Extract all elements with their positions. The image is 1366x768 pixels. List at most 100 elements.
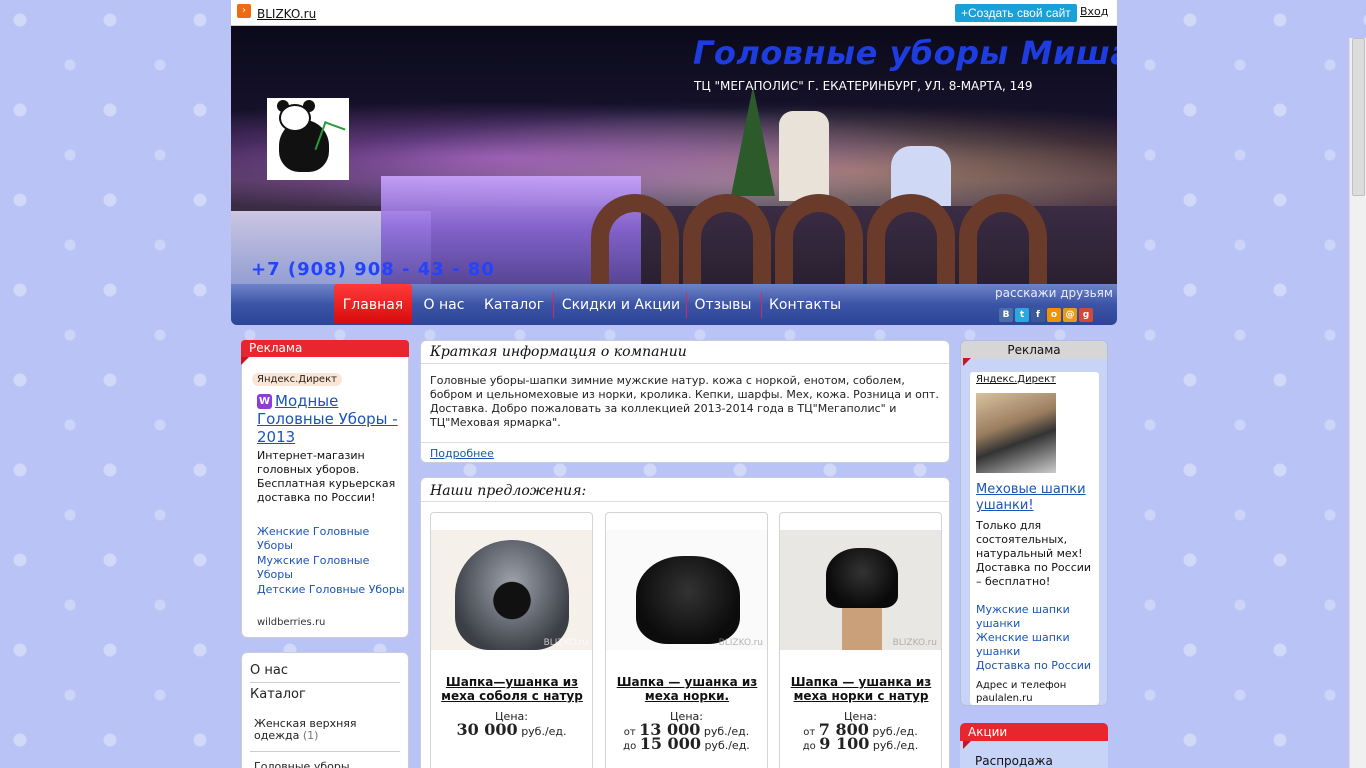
promotions-item-sale[interactable]: Распродажа — [975, 754, 1053, 768]
product-name[interactable]: Шапка — ушанка из меха норки. — [612, 675, 762, 703]
left-ad-title[interactable]: Модные Головные Уборы - 2013 — [257, 392, 407, 446]
promotions-header: Акции — [960, 723, 1108, 741]
share-label: расскажи друзьям — [995, 286, 1113, 300]
left-ad-link-women[interactable]: Женские Головные Уборы — [257, 525, 407, 553]
left-ad-link-men[interactable]: Мужские Головные Уборы — [257, 554, 407, 582]
company-info-text: Головные уборы-шапки зимние мужские нату… — [430, 374, 939, 429]
offers-block: Наши предложения: BLIZKO.ru Шапка—ушанка… — [420, 477, 950, 768]
site-title: Головные уборы Мишан — [693, 34, 1117, 72]
divider — [421, 501, 949, 502]
nav-separator — [761, 292, 762, 318]
product-photo[interactable]: BLIZKO.ru — [431, 530, 592, 650]
category-count: (1) — [302, 729, 319, 742]
left-ad-link-kids[interactable]: Детские Головные Уборы — [257, 583, 407, 597]
facebook-icon[interactable]: f — [1031, 308, 1045, 322]
offers-title: Наши предложения: — [430, 483, 587, 499]
panda-logo[interactable] — [267, 98, 349, 180]
product-name[interactable]: Шапка — ушанка из меха норки с натур — [786, 675, 936, 703]
left-ad-header: Реклама — [241, 340, 409, 357]
header-banner: Головные уборы Мишан ТЦ "МЕГАПОЛИС" Г. Е… — [231, 26, 1117, 284]
price-unit: руб./ед. — [521, 725, 567, 738]
right-ad-link-delivery[interactable]: Доставка по России — [976, 659, 1098, 673]
right-ad-link-men[interactable]: Мужские шапки ушанки — [976, 603, 1098, 631]
login-link[interactable]: Вход — [1080, 5, 1108, 18]
right-ad-inner: Яндекс.Директ Меховые шапки ушанки! Толь… — [970, 372, 1099, 705]
leather-mink-hat-image — [826, 548, 898, 608]
product-card[interactable]: BLIZKO.ru Шапка — ушанка из меха норки с… — [779, 512, 942, 768]
nav-separator — [686, 292, 687, 318]
company-info-block: Краткая информация о компании Головные у… — [420, 340, 950, 463]
nav-about[interactable]: О нас — [417, 284, 471, 325]
divider — [421, 442, 949, 443]
twitter-icon[interactable]: t — [1015, 308, 1029, 322]
product-photo[interactable]: BLIZKO.ru — [606, 530, 767, 650]
banner-ice-arches — [591, 176, 1117, 284]
create-site-button[interactable]: +Создать свой сайт — [955, 4, 1077, 22]
main-nav: Главная О нас Каталог Скидки и Акции Отз… — [231, 284, 1117, 325]
yandex-direct-label[interactable]: Яндекс.Директ — [252, 373, 342, 386]
mink-hat-image — [636, 556, 740, 644]
ribbon-flag — [963, 358, 971, 366]
left-menu-catalog[interactable]: Каталог — [250, 687, 306, 702]
sable-hat-image — [455, 540, 569, 650]
right-ad-links: Мужские шапки ушанки Женские шапки ушанк… — [976, 603, 1098, 673]
price-value: 30 000 — [456, 720, 518, 739]
blizko-link[interactable]: BLIZKO.ru — [257, 7, 316, 21]
right-ad-text: Только для состоятельных, натуральный ме… — [976, 519, 1092, 588]
googleplus-icon[interactable]: g — [1079, 308, 1093, 322]
odnoklassniki-icon[interactable]: о — [1047, 308, 1061, 322]
nav-home[interactable]: Главная — [334, 284, 412, 324]
left-ad-domain[interactable]: wildberries.ru — [257, 617, 325, 628]
left-menu-about[interactable]: О нас — [250, 663, 288, 678]
site-address: ТЦ "МЕГАПОЛИС" Г. ЕКАТЕРИНБУРГ, УЛ. 8-МА… — [694, 79, 1033, 93]
product-card[interactable]: BLIZKO.ru Шапка — ушанка из меха норки. … — [605, 512, 768, 768]
right-ad-link-women[interactable]: Женские шапки ушанки — [976, 631, 1098, 659]
product-photo[interactable]: BLIZKO.ru — [780, 530, 941, 650]
photo-watermark: BLIZKO.ru — [543, 638, 588, 648]
nav-discounts[interactable]: Скидки и Акции — [559, 284, 683, 325]
scrollbar-thumb[interactable] — [1352, 38, 1365, 196]
price-unit: руб./ед. — [704, 739, 750, 752]
product-name[interactable]: Шапка—ушанка из меха соболя с натур — [437, 675, 587, 703]
left-menu-category-outerwear[interactable]: Женская верхняя одежда (1) — [254, 718, 394, 742]
left-menu: О нас Каталог Женская верхняя одежда (1)… — [241, 652, 409, 768]
company-info-title: Краткая информация о компании — [430, 344, 687, 360]
nav-reviews[interactable]: Отзывы — [692, 284, 754, 325]
promotions-block: Акции Распродажа — [960, 723, 1108, 768]
right-ad-header: Реклама — [961, 341, 1107, 359]
right-ad-domain[interactable]: Адрес и телефон paulalen.ru — [976, 679, 1096, 705]
right-ad-title[interactable]: Меховые шапки ушанки! — [976, 482, 1096, 514]
yandex-direct-label[interactable]: Яндекс.Директ — [976, 374, 1056, 385]
price-to-label: до — [802, 741, 816, 752]
page-scrollbar[interactable] — [1349, 38, 1366, 768]
left-ad-block: Яндекс.Директ W Модные Головные Уборы - … — [241, 340, 409, 638]
share-icons: Вt f о @ g — [999, 306, 1095, 322]
blizko-logo-icon[interactable]: › — [237, 4, 251, 18]
more-link[interactable]: Подробнее — [430, 447, 494, 460]
ribbon-flag — [241, 357, 249, 365]
price-to-value: 15 000 — [639, 734, 701, 753]
nav-contacts[interactable]: Контакты — [767, 284, 843, 325]
left-ad-text: Интернет-магазин головных уборов. Беспла… — [257, 449, 396, 504]
price-to-label: до — [623, 741, 637, 752]
top-bar: › BLIZKO.ru +Создать свой сайт Вход — [231, 0, 1117, 26]
divider — [421, 363, 949, 364]
photo-watermark: BLIZKO.ru — [892, 638, 937, 648]
price-unit: руб./ед. — [872, 739, 919, 752]
price-to-value: 9 100 — [819, 734, 870, 753]
nav-catalog[interactable]: Каталог — [481, 284, 547, 325]
nav-separator — [553, 292, 554, 318]
price-row: 30 000 руб./ед. — [431, 720, 592, 739]
mail-icon[interactable]: @ — [1063, 308, 1077, 322]
right-ad-image[interactable] — [976, 393, 1056, 473]
product-card[interactable]: BLIZKO.ru Шапка—ушанка из меха соболя с … — [430, 512, 593, 768]
vk-icon[interactable]: В — [999, 308, 1013, 322]
photo-watermark: BLIZKO.ru — [718, 638, 763, 648]
price-to-row: до 9 100 руб./ед. — [780, 734, 941, 753]
divider — [250, 682, 400, 683]
price-to-row: до 15 000 руб./ед. — [606, 734, 767, 753]
left-menu-category-hats[interactable]: Головные уборы — [254, 760, 350, 768]
left-ad-links: Женские Головные Уборы Мужские Головные … — [257, 525, 407, 598]
ribbon-flag — [963, 741, 971, 749]
site-phone: +7 (908) 908 - 43 - 80 — [251, 259, 495, 280]
